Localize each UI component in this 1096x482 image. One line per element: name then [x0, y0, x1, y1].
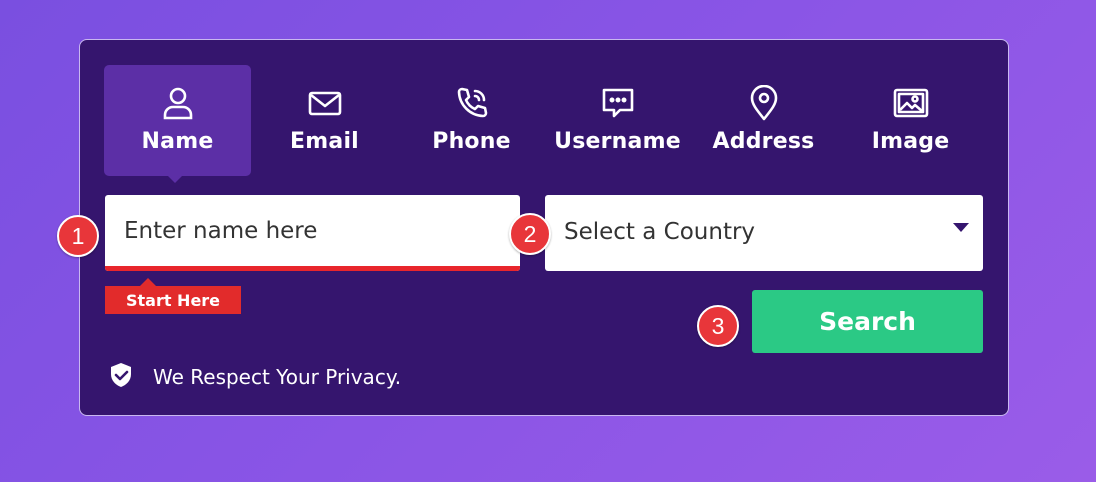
- image-icon: [892, 85, 930, 121]
- country-select-value: Select a Country: [564, 219, 756, 245]
- name-input[interactable]: [105, 195, 520, 267]
- tab-username[interactable]: Username: [544, 65, 691, 176]
- tab-image[interactable]: Image: [837, 65, 984, 176]
- tab-phone[interactable]: Phone: [398, 65, 545, 176]
- step-badge: 3: [697, 305, 739, 347]
- location-pin-icon: [746, 85, 782, 121]
- privacy-text: We Respect Your Privacy.: [153, 365, 402, 389]
- name-field: [105, 195, 520, 271]
- person-icon: [160, 85, 196, 121]
- shield-check-icon: [110, 362, 132, 393]
- privacy-note: We Respect Your Privacy.: [110, 362, 401, 392]
- tab-address[interactable]: Address: [690, 65, 837, 176]
- tab-label: Email: [290, 129, 359, 154]
- country-select[interactable]: Select a Country: [545, 195, 983, 271]
- step-badge: 1: [57, 215, 99, 257]
- tab-label: Image: [871, 129, 950, 154]
- tab-label: Username: [554, 129, 681, 154]
- tab-email[interactable]: Email: [251, 65, 398, 176]
- input-underline: [105, 266, 520, 271]
- caret-down-icon: [953, 223, 969, 232]
- tab-name[interactable]: Name: [104, 65, 251, 183]
- tab-label: Name: [141, 129, 214, 154]
- tab-label: Address: [712, 129, 815, 154]
- tab-label: Phone: [432, 129, 511, 154]
- step-badge: 2: [509, 213, 551, 255]
- envelope-icon: [307, 85, 343, 121]
- chat-bubble-icon: [600, 85, 636, 121]
- phone-icon: [454, 85, 490, 121]
- search-type-tabs: Name Email Phone Username Address Image: [104, 65, 984, 183]
- search-button[interactable]: Search: [752, 290, 983, 353]
- start-here-label: Start Here: [105, 278, 241, 314]
